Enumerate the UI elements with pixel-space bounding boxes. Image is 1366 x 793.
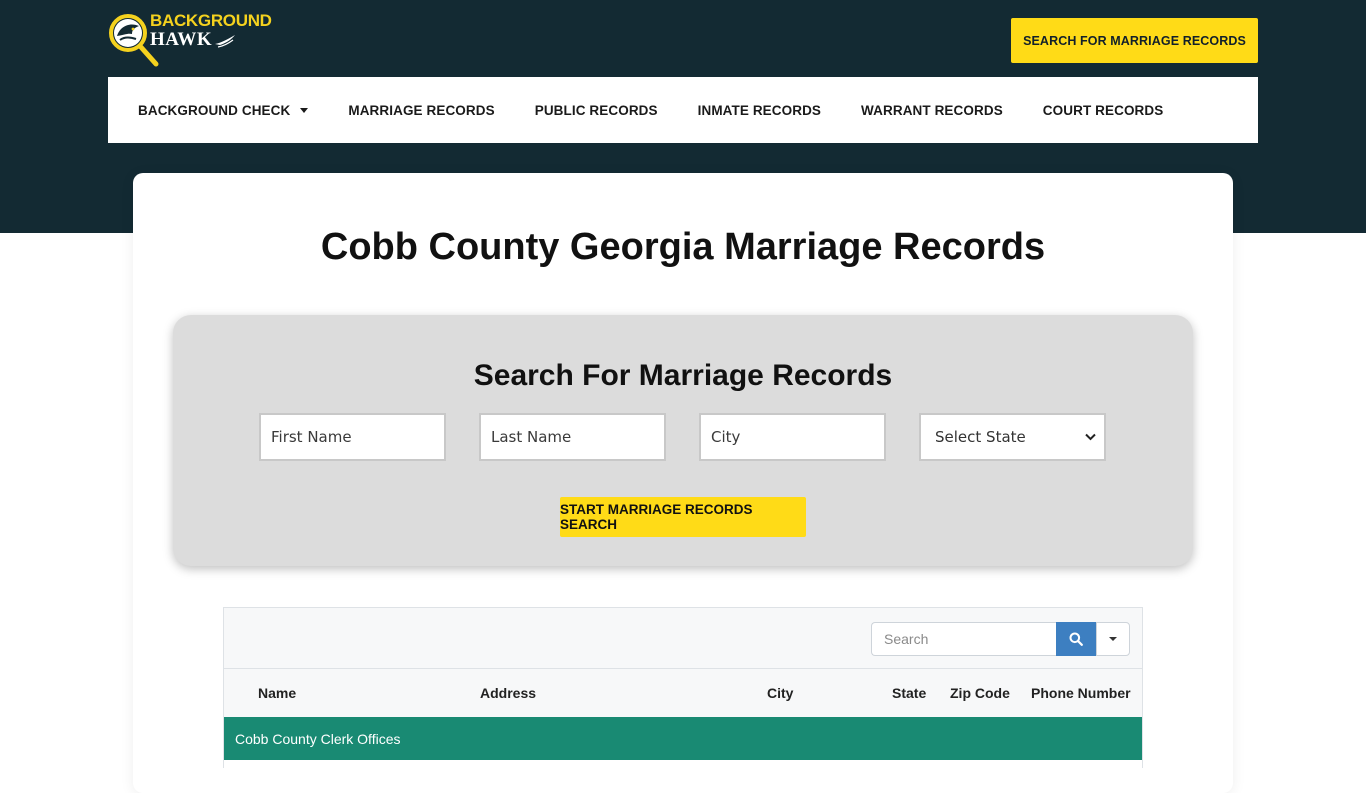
table-header: Name Address City State Zip Code Phone N…: [224, 668, 1142, 717]
nav-item-label: BACKGROUND CHECK: [138, 102, 291, 118]
search-panel: Search For Marriage Records First Name L…: [173, 315, 1193, 566]
nav-item-inmate-records[interactable]: INMATE RECORDS: [698, 103, 821, 118]
main-nav: BACKGROUND CHECK MARRIAGE RECORDS PUBLIC…: [108, 77, 1258, 143]
search-panel-title: Search For Marriage Records: [473, 359, 893, 392]
logo-line1: BACKGROUND: [150, 11, 272, 30]
start-search-button[interactable]: START MARRIAGE RECORDS SEARCH: [560, 497, 806, 537]
column-header-address[interactable]: Address: [480, 669, 536, 717]
state-select-value: Select State: [935, 428, 1026, 446]
site-logo[interactable]: BACKGROUND HAWK: [108, 12, 272, 68]
column-header-phone-number[interactable]: Phone Number: [1031, 669, 1131, 717]
column-header-name[interactable]: Name: [258, 669, 296, 717]
last-name-input[interactable]: Last Name: [479, 413, 666, 461]
nav-item-marriage-records[interactable]: MARRIAGE RECORDS: [348, 103, 494, 118]
state-select[interactable]: Select State: [919, 413, 1106, 461]
nav-item-court-records[interactable]: COURT RECORDS: [1043, 103, 1164, 118]
first-name-input[interactable]: First Name: [259, 413, 446, 461]
search-icon: [1069, 632, 1083, 646]
chevron-down-icon: [1085, 433, 1096, 441]
column-header-city[interactable]: City: [767, 669, 793, 717]
nav-item-background-check[interactable]: BACKGROUND CHECK: [138, 102, 309, 118]
caret-down-icon: [1109, 637, 1117, 641]
column-header-state[interactable]: State: [892, 669, 926, 717]
column-header-zip-code[interactable]: Zip Code: [950, 669, 1010, 717]
logo-line2: HAWK: [150, 30, 272, 49]
table-search-input[interactable]: Search: [871, 622, 1056, 656]
table-group-row: Cobb County Clerk Offices: [224, 717, 1142, 760]
table-search-button[interactable]: [1056, 622, 1096, 656]
search-marriage-records-cta[interactable]: SEARCH FOR MARRIAGE RECORDS: [1011, 18, 1258, 63]
nav-item-warrant-records[interactable]: WARRANT RECORDS: [861, 103, 1003, 118]
city-input[interactable]: City: [699, 413, 886, 461]
table-options-dropdown[interactable]: [1096, 622, 1130, 656]
wing-icon: [215, 34, 236, 48]
nav-item-public-records[interactable]: PUBLIC RECORDS: [535, 103, 658, 118]
page-title: Cobb County Georgia Marriage Records: [320, 226, 1046, 268]
records-table: Search Name Address City State Zip Code …: [223, 607, 1143, 769]
caret-down-icon: [300, 108, 309, 113]
